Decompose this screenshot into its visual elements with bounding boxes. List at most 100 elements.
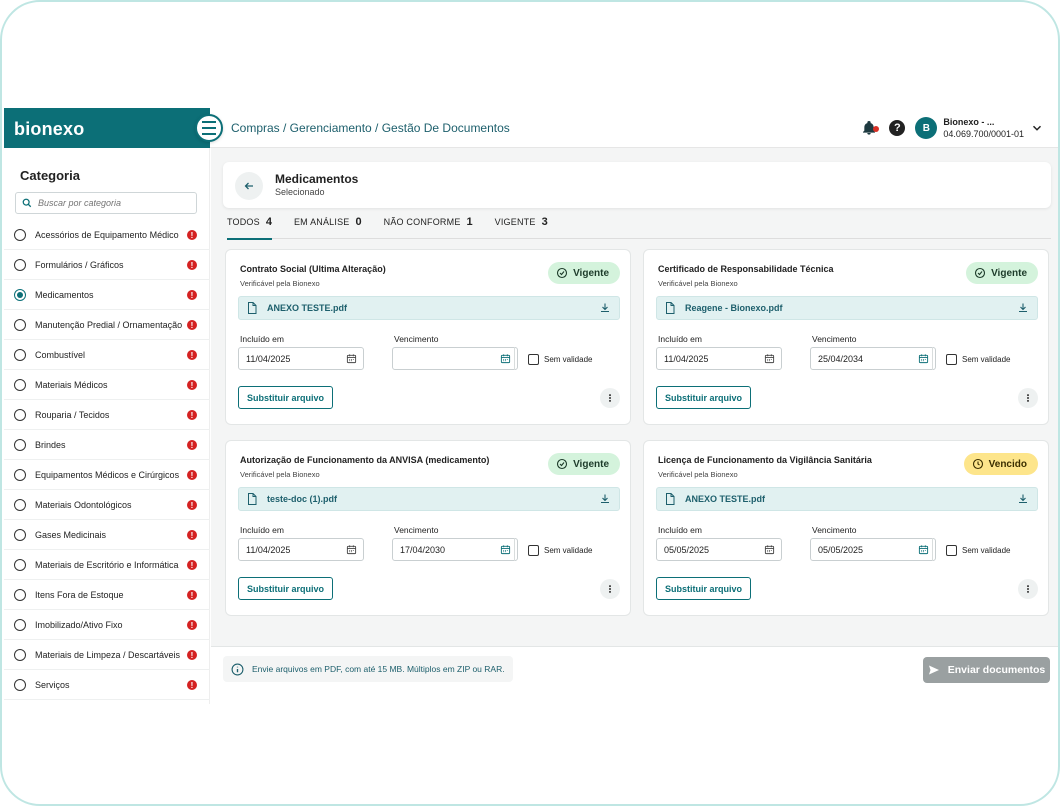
tab-label: VIGENTE xyxy=(494,217,536,227)
calendar-icon[interactable] xyxy=(918,544,929,555)
category-radio[interactable] xyxy=(14,288,26,301)
account-info[interactable]: Bionexo - ... 04.069.700/0001-01 xyxy=(943,116,1024,140)
no-validity-option[interactable]: Sem validade xyxy=(946,539,1010,561)
category-item[interactable]: Serviços! xyxy=(4,670,210,700)
due-date-field[interactable] xyxy=(392,347,518,370)
more-options-button[interactable] xyxy=(600,388,620,408)
category-search[interactable] xyxy=(15,192,197,214)
field-divider xyxy=(514,347,515,370)
category-radio[interactable] xyxy=(14,558,26,571)
due-date-field[interactable]: 25/04/2034 xyxy=(810,347,936,370)
category-radio[interactable] xyxy=(14,528,26,541)
alert-icon: ! xyxy=(187,470,197,480)
category-radio[interactable] xyxy=(14,258,26,271)
category-radio[interactable] xyxy=(14,498,26,511)
tab-todos[interactable]: TODOS 4 xyxy=(227,215,272,240)
no-validity-option[interactable]: Sem validade xyxy=(946,348,1010,370)
included-date-field[interactable]: 05/05/2025 xyxy=(656,538,782,561)
more-options-button[interactable] xyxy=(600,579,620,599)
tab-vigente[interactable]: VIGENTE 3 xyxy=(495,215,548,239)
no-validity-option[interactable]: Sem validade xyxy=(528,539,592,561)
calendar-icon[interactable] xyxy=(918,353,929,364)
category-item[interactable]: Materiais de Limpeza / Descartáveis! xyxy=(4,640,210,670)
no-validity-checkbox[interactable] xyxy=(946,353,957,365)
category-header: Medicamentos Selecionado xyxy=(223,162,1051,208)
attached-file[interactable]: ANEXO TESTE.pdf xyxy=(656,487,1038,511)
category-radio[interactable] xyxy=(14,348,26,361)
download-icon[interactable] xyxy=(1017,493,1037,505)
category-item[interactable]: Materiais Médicos! xyxy=(4,370,210,400)
included-date-field[interactable]: 11/04/2025 xyxy=(238,347,364,370)
due-date-field[interactable]: 05/05/2025 xyxy=(810,538,936,561)
attached-file[interactable]: Reagene - Bionexo.pdf xyxy=(656,296,1038,320)
breadcrumb[interactable]: Compras / Gerenciamento / Gestão De Docu… xyxy=(231,121,510,135)
help-icon[interactable]: ? xyxy=(889,120,906,136)
status-badge: Vigente xyxy=(548,262,620,284)
category-radio[interactable] xyxy=(14,318,26,331)
category-item[interactable]: Materiais Odontológicos! xyxy=(4,490,210,520)
calendar-icon[interactable] xyxy=(346,353,357,364)
category-item[interactable]: Acessórios de Equipamento Médico! xyxy=(4,220,210,250)
calendar-icon[interactable] xyxy=(500,544,511,555)
category-radio[interactable] xyxy=(14,228,26,241)
calendar-icon[interactable] xyxy=(764,544,775,555)
calendar-icon[interactable] xyxy=(764,353,775,364)
file-name[interactable]: ANEXO TESTE.pdf xyxy=(267,303,599,313)
file-name[interactable]: ANEXO TESTE.pdf xyxy=(685,494,1017,504)
category-radio[interactable] xyxy=(14,438,26,451)
category-item[interactable]: Brindes! xyxy=(4,430,210,460)
download-icon[interactable] xyxy=(599,302,619,314)
category-item[interactable]: Rouparia / Tecidos! xyxy=(4,400,210,430)
field-divider xyxy=(514,538,515,561)
category-item[interactable]: Itens Fora de Estoque! xyxy=(4,580,210,610)
category-item[interactable]: Materiais de Escritório e Informática! xyxy=(4,550,210,580)
replace-file-button[interactable]: Substituir arquivo xyxy=(656,386,752,409)
replace-file-button[interactable]: Substituir arquivo xyxy=(656,577,752,600)
tab-em-análise[interactable]: EM ANÁLISE 0 xyxy=(294,215,362,239)
category-item[interactable]: Imobilizado/Ativo Fixo! xyxy=(4,610,210,640)
check-circle-icon xyxy=(556,458,573,470)
replace-file-button[interactable]: Substituir arquivo xyxy=(238,386,334,409)
category-item[interactable]: Gases Medicinais! xyxy=(4,520,210,550)
more-options-button[interactable] xyxy=(1018,388,1038,408)
document-card: Autorização de Funcionamento da ANVISA (… xyxy=(225,440,631,616)
file-icon xyxy=(665,493,685,505)
no-validity-option[interactable]: Sem validade xyxy=(528,348,592,370)
category-radio[interactable] xyxy=(14,378,26,391)
included-date-field[interactable]: 11/04/2025 xyxy=(656,347,782,370)
no-validity-checkbox[interactable] xyxy=(528,544,539,556)
category-radio[interactable] xyxy=(14,468,26,481)
category-item[interactable]: Medicamentos! xyxy=(4,280,210,310)
chevron-down-icon[interactable] xyxy=(1030,121,1044,135)
more-options-button[interactable] xyxy=(1018,579,1038,599)
category-item[interactable]: Manutenção Predial / Ornamentação! xyxy=(4,310,210,340)
back-button[interactable] xyxy=(235,172,263,200)
category-search-input[interactable] xyxy=(38,198,188,208)
category-radio[interactable] xyxy=(14,618,26,631)
tab-não-conforme[interactable]: NÃO CONFORME 1 xyxy=(384,215,473,239)
download-icon[interactable] xyxy=(1017,302,1037,314)
category-radio[interactable] xyxy=(14,588,26,601)
category-item[interactable]: Equipamentos Médicos e Cirúrgicos! xyxy=(4,460,210,490)
category-radio[interactable] xyxy=(14,648,26,661)
included-date-field[interactable]: 11/04/2025 xyxy=(238,538,364,561)
calendar-icon[interactable] xyxy=(500,353,511,364)
file-name[interactable]: Reagene - Bionexo.pdf xyxy=(685,303,1017,313)
category-radio[interactable] xyxy=(14,678,26,691)
attached-file[interactable]: ANEXO TESTE.pdf xyxy=(238,296,620,320)
attached-file[interactable]: teste-doc (1).pdf xyxy=(238,487,620,511)
file-name[interactable]: teste-doc (1).pdf xyxy=(267,494,599,504)
download-icon[interactable] xyxy=(599,493,619,505)
calendar-icon[interactable] xyxy=(346,544,357,555)
replace-file-button[interactable]: Substituir arquivo xyxy=(238,577,334,600)
category-item[interactable]: Formulários / Gráficos! xyxy=(4,250,210,280)
no-validity-checkbox[interactable] xyxy=(528,353,539,365)
category-item[interactable]: Combustível! xyxy=(4,340,210,370)
category-radio[interactable] xyxy=(14,408,26,421)
avatar[interactable]: B xyxy=(915,117,938,139)
notification-bell-icon[interactable] xyxy=(861,120,880,136)
menu-toggle-button[interactable] xyxy=(195,114,223,142)
no-validity-checkbox[interactable] xyxy=(946,544,957,556)
due-date-field[interactable]: 17/04/2030 xyxy=(392,538,518,561)
send-documents-button[interactable]: Enviar documentos xyxy=(923,657,1050,683)
